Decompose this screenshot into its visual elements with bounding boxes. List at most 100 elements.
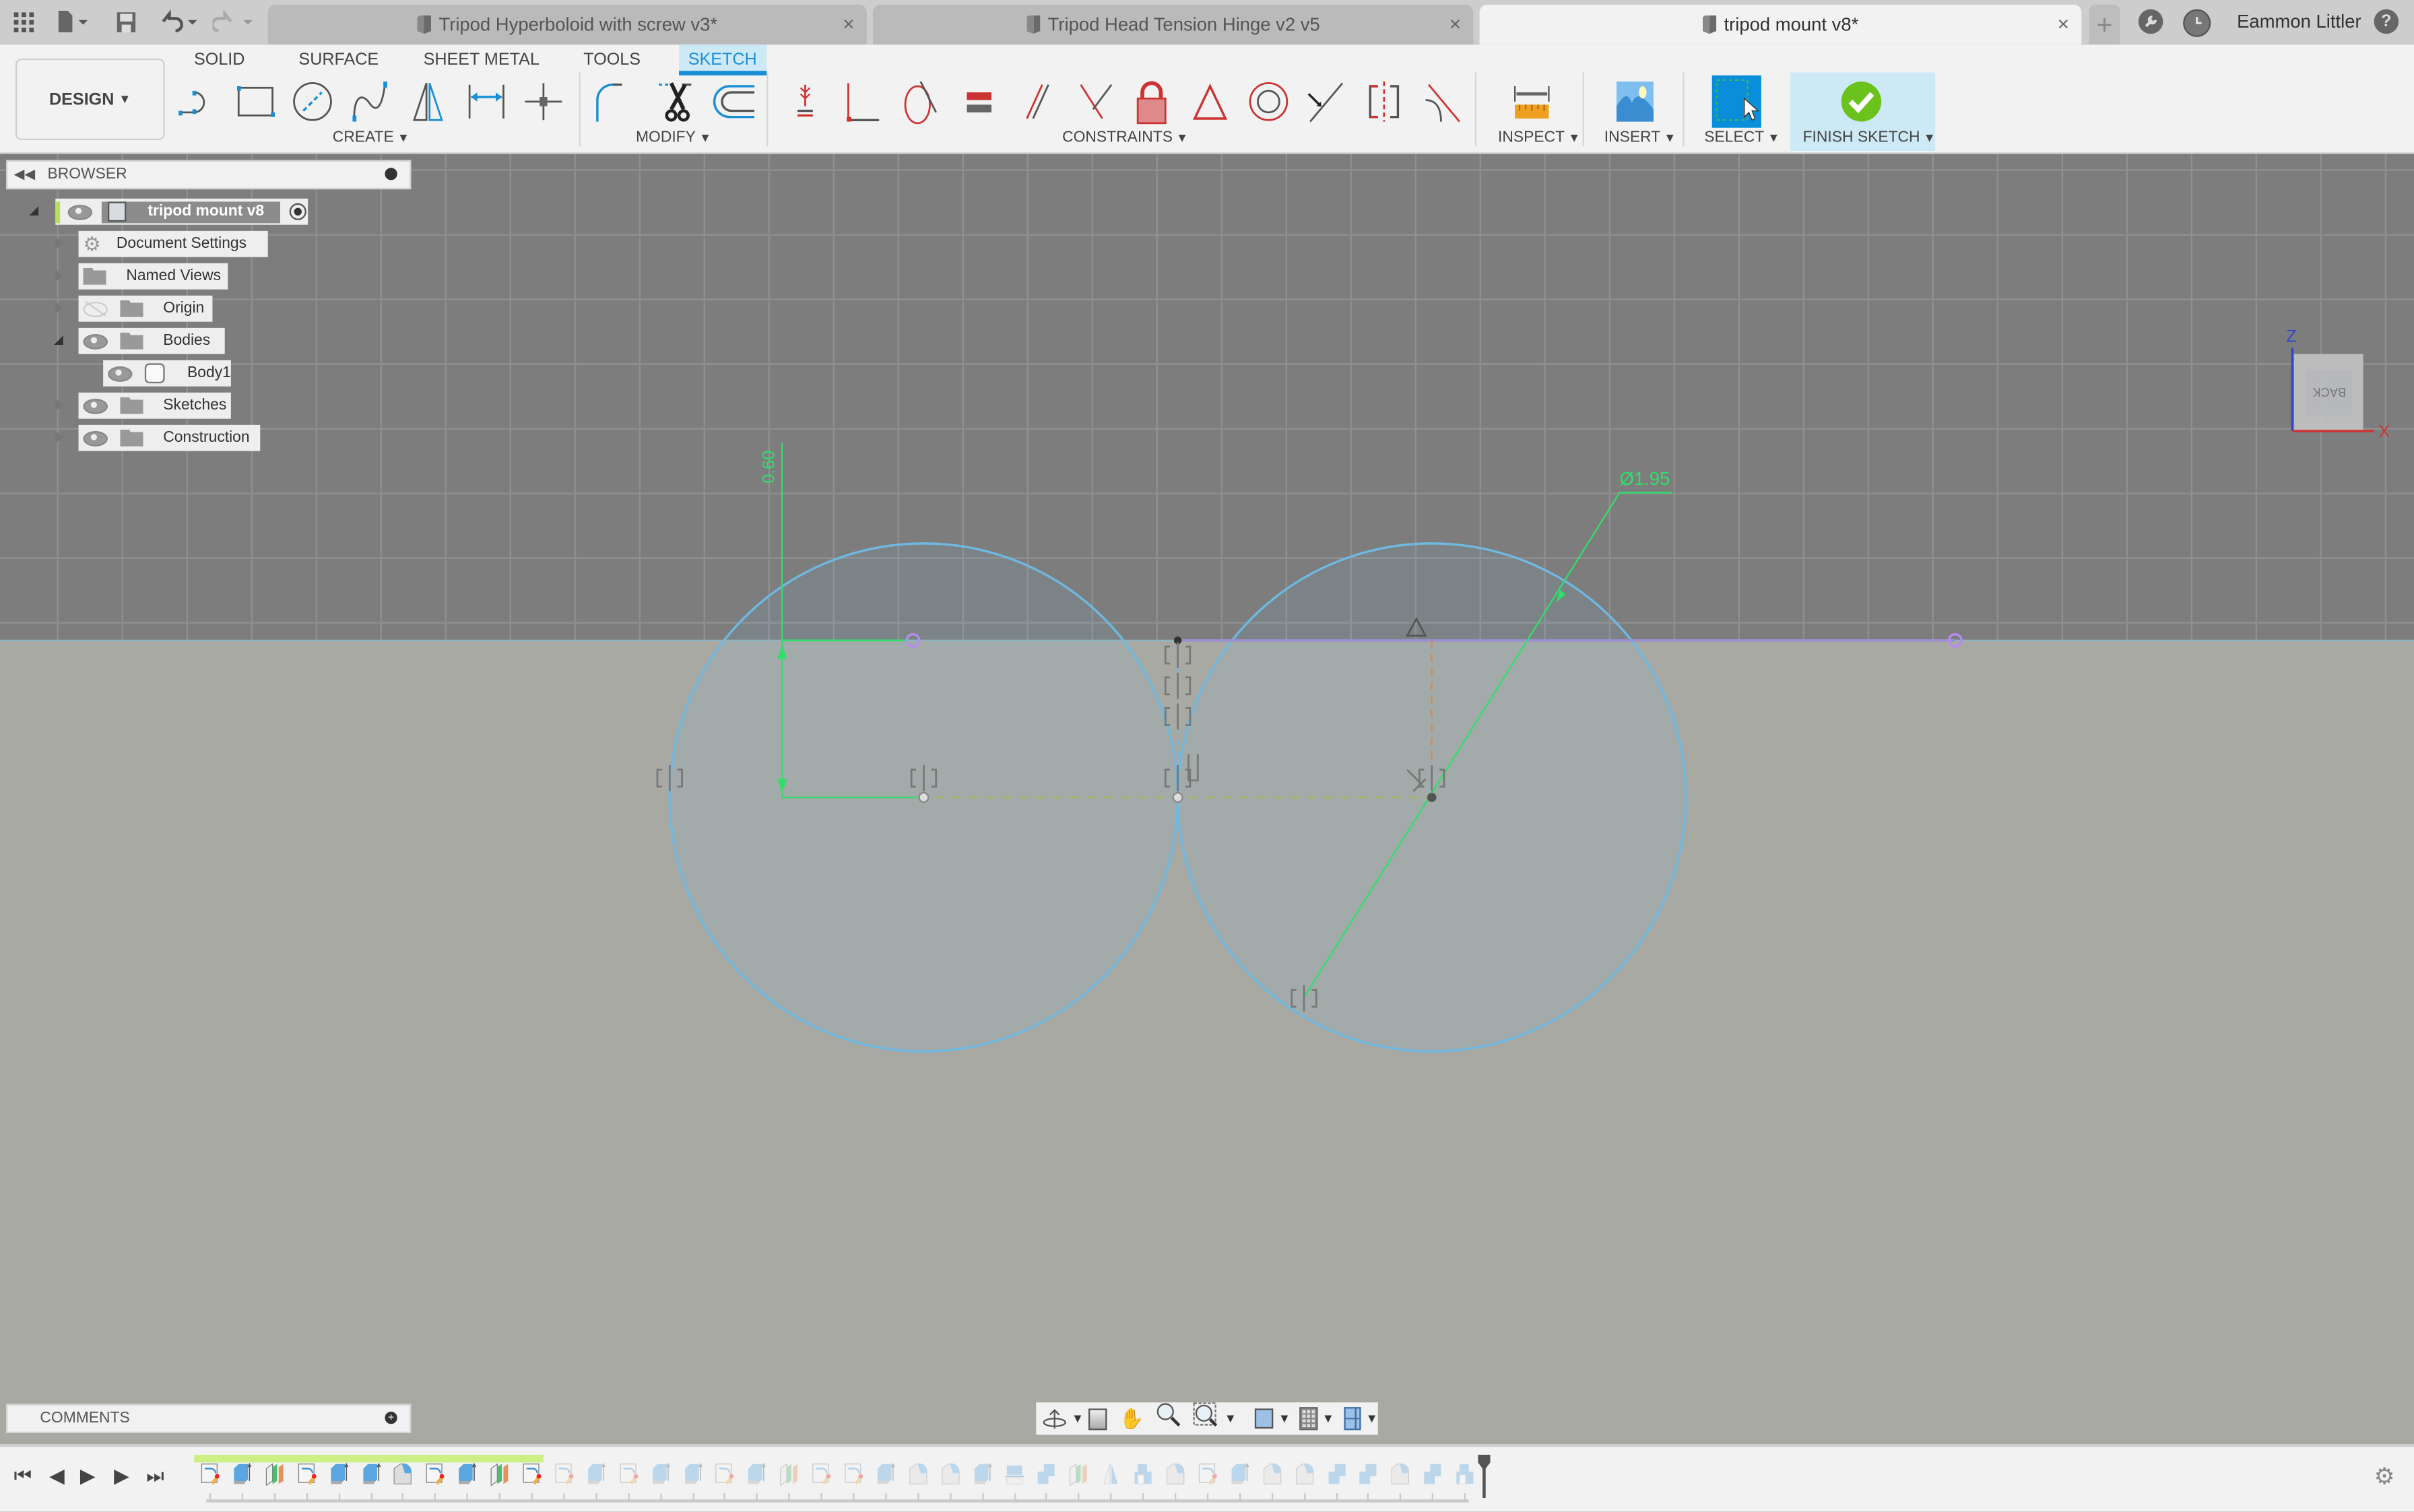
concentric-constraint-button[interactable] bbox=[1245, 79, 1292, 125]
timeline-feature-revolve-icon[interactable] bbox=[1165, 1462, 1185, 1485]
timeline-feature-plane-icon[interactable] bbox=[779, 1462, 800, 1486]
sketch-point[interactable] bbox=[1427, 793, 1437, 802]
fillet-tool-button[interactable] bbox=[591, 79, 638, 125]
timeline-feature-sketch-icon[interactable] bbox=[812, 1462, 832, 1485]
timeline-feature-sketch-icon[interactable] bbox=[200, 1462, 220, 1485]
tab-sketch[interactable]: SKETCH bbox=[678, 44, 766, 75]
orbit-icon[interactable] bbox=[1042, 1406, 1067, 1431]
timeline-feature-extrude-icon[interactable] bbox=[457, 1462, 478, 1485]
chevron-down-icon[interactable]: ▼ bbox=[1225, 1412, 1237, 1426]
activate-radio-icon[interactable] bbox=[288, 203, 306, 220]
diameter-dimension-label[interactable]: Ø1.95 bbox=[1620, 468, 1670, 489]
timeline-play-button[interactable]: ▶ bbox=[80, 1464, 96, 1489]
workspace-switcher[interactable]: DESIGN ▼ bbox=[15, 58, 165, 140]
viewports-icon[interactable] bbox=[1343, 1407, 1361, 1431]
height-dimension-label[interactable]: 0.60 bbox=[760, 451, 779, 484]
zoom-window-icon[interactable] bbox=[1194, 1402, 1218, 1435]
visibility-eye-icon[interactable] bbox=[83, 397, 108, 414]
timeline-feature-revolve-icon[interactable] bbox=[393, 1462, 414, 1485]
select-menu[interactable]: SELECT ▼ bbox=[1704, 129, 1780, 146]
sketch-point[interactable] bbox=[918, 791, 929, 803]
expand-triangle-icon[interactable] bbox=[55, 269, 63, 282]
timeline-feature-extrude-icon[interactable] bbox=[329, 1462, 349, 1485]
timeline-feature-sketch-icon[interactable] bbox=[844, 1462, 864, 1485]
constraints-menu[interactable]: CONSTRAINTS ▼ bbox=[1062, 129, 1188, 146]
timeline-feature-extrude-icon[interactable] bbox=[683, 1462, 703, 1485]
chevron-down-icon[interactable]: ▼ bbox=[1322, 1412, 1334, 1426]
expand-triangle-icon[interactable] bbox=[55, 430, 63, 444]
perpendicular-constraint-button[interactable] bbox=[1072, 79, 1118, 125]
modify-menu[interactable]: MODIFY ▼ bbox=[636, 129, 711, 146]
visibility-eye-icon[interactable] bbox=[67, 203, 93, 220]
timeline-feature-sketch-icon[interactable] bbox=[296, 1462, 317, 1485]
curvature-constraint-button[interactable] bbox=[1419, 79, 1466, 125]
timeline-feature-sketch-icon[interactable] bbox=[715, 1462, 735, 1485]
minimize-panel-icon[interactable] bbox=[385, 168, 397, 180]
visibility-hidden-icon[interactable] bbox=[83, 300, 108, 317]
new-tab-button[interactable]: + bbox=[2089, 4, 2120, 45]
coincident-constraint-button[interactable] bbox=[841, 79, 887, 125]
measure-tool-button[interactable] bbox=[1509, 79, 1555, 125]
timeline-feature-revolve-icon[interactable] bbox=[1294, 1462, 1314, 1485]
canvas-viewport[interactable]: 0.60 Ø1.95 BACK Z X bbox=[0, 154, 2414, 1444]
sketch-canvas[interactable]: 0.60 Ø1.95 bbox=[0, 154, 2414, 1444]
timeline-feature-extrude-icon[interactable] bbox=[361, 1462, 381, 1485]
parallel-constraint-button[interactable] bbox=[1014, 79, 1061, 125]
browser-panel-header[interactable]: ◀◀ BROWSER bbox=[6, 160, 412, 190]
timeline-feature-split-icon[interactable] bbox=[1004, 1462, 1024, 1485]
timeline-feature-extrude-icon[interactable] bbox=[876, 1462, 896, 1485]
file-menu-button[interactable] bbox=[53, 7, 96, 35]
expand-triangle-icon[interactable] bbox=[55, 398, 63, 412]
visibility-eye-icon[interactable] bbox=[83, 333, 108, 349]
point-tool-button[interactable] bbox=[521, 79, 567, 125]
timeline-feature-combine-icon[interactable] bbox=[1326, 1462, 1346, 1485]
timeline-feature-combine-icon[interactable] bbox=[1359, 1462, 1379, 1485]
tab-tools[interactable]: TOOLS bbox=[575, 48, 650, 73]
timeline-feature-mirror-icon[interactable] bbox=[1101, 1462, 1121, 1485]
timeline-feature-plane-icon[interactable] bbox=[490, 1462, 510, 1486]
zoom-icon[interactable] bbox=[1156, 1402, 1181, 1435]
timeline-settings-gear-icon[interactable]: ⚙ bbox=[2374, 1462, 2395, 1490]
timeline-feature-extrude-icon[interactable] bbox=[651, 1462, 671, 1485]
timeline-marker[interactable] bbox=[1478, 1454, 1491, 1498]
browser-item-named-views[interactable]: Named Views bbox=[78, 263, 228, 290]
timeline-previous-button[interactable]: ◀ bbox=[49, 1464, 65, 1489]
expand-triangle-icon[interactable] bbox=[55, 236, 63, 250]
browser-item-sketches[interactable]: Sketches bbox=[78, 392, 231, 419]
browser-item-construction[interactable]: Construction bbox=[78, 424, 261, 451]
timeline-feature-revolve-icon[interactable] bbox=[908, 1462, 928, 1485]
help-icon[interactable]: ? bbox=[2374, 9, 2399, 34]
spline-tool-button[interactable] bbox=[348, 79, 395, 125]
apps-grid-icon[interactable] bbox=[9, 7, 37, 35]
timeline-feature-combine-icon[interactable] bbox=[1037, 1462, 1057, 1485]
collapse-triangle-icon[interactable] bbox=[29, 206, 39, 216]
add-comment-icon[interactable]: + bbox=[385, 1411, 397, 1424]
timeline-feature-extrude-icon[interactable] bbox=[586, 1462, 606, 1485]
display-settings-icon[interactable] bbox=[1255, 1408, 1274, 1429]
insert-menu[interactable]: INSERT ▼ bbox=[1604, 129, 1676, 146]
timeline-feature-revolve-icon[interactable] bbox=[1391, 1462, 1411, 1485]
document-tab-active[interactable]: tripod mount v8* × bbox=[1479, 4, 2082, 45]
equal-constraint-button[interactable] bbox=[956, 79, 1002, 125]
redo-button[interactable] bbox=[212, 7, 259, 35]
create-menu[interactable]: CREATE ▼ bbox=[333, 129, 410, 146]
timeline-feature-sketch-icon[interactable] bbox=[618, 1462, 639, 1485]
timeline-feature-extrude-icon[interactable] bbox=[232, 1462, 253, 1485]
view-cube-face-label[interactable]: BACK bbox=[2312, 385, 2346, 399]
close-tab-icon[interactable]: × bbox=[1449, 12, 1461, 35]
timeline-feature-revolve-icon[interactable] bbox=[1262, 1462, 1282, 1485]
circle-tool-button[interactable] bbox=[290, 79, 336, 125]
timeline-feature-sketch-icon[interactable] bbox=[554, 1462, 575, 1485]
timeline-feature-extrude-icon[interactable] bbox=[1230, 1462, 1250, 1485]
collapse-triangle-icon[interactable] bbox=[53, 335, 63, 345]
grid-settings-icon[interactable] bbox=[1299, 1407, 1317, 1431]
browser-item-origin[interactable]: Origin bbox=[78, 295, 213, 322]
timeline-feature-revolve-icon[interactable] bbox=[940, 1462, 960, 1485]
tab-surface[interactable]: SURFACE bbox=[290, 48, 388, 73]
timeline-first-button[interactable]: ⏮ bbox=[14, 1464, 32, 1489]
chevron-down-icon[interactable]: ▼ bbox=[1366, 1412, 1378, 1426]
midpoint-constraint-button[interactable] bbox=[1187, 79, 1233, 125]
timeline-feature-plane-icon[interactable] bbox=[265, 1462, 285, 1486]
finish-sketch-check-icon[interactable] bbox=[1838, 79, 1885, 125]
user-account-menu[interactable]: Eammon Littler bbox=[2237, 11, 2361, 32]
